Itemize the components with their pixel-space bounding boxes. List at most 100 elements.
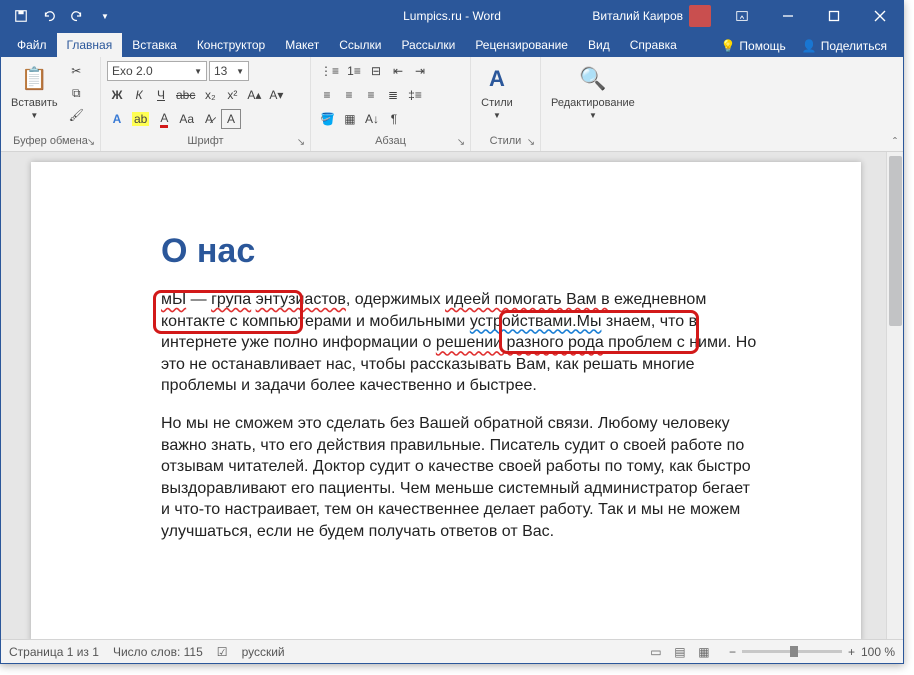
find-icon: 🔍 <box>577 63 609 95</box>
char-border-button[interactable]: A <box>221 109 241 129</box>
share-label: Поделиться <box>821 39 887 53</box>
page[interactable]: О нас мЫ — група энтузиастов, одержимых … <box>31 162 861 639</box>
text: решении разного рода <box>436 334 604 351</box>
text: група <box>211 291 251 308</box>
text-effects-button[interactable]: A <box>107 109 127 129</box>
paste-button[interactable]: 📋 Вставить ▼ <box>7 61 62 122</box>
editing-button[interactable]: 🔍 Редактирование ▼ <box>547 61 639 122</box>
tab-insert[interactable]: Вставка <box>122 33 187 57</box>
group-styles: A Стили ▼ Стили ↘ <box>471 57 541 151</box>
tab-mailings[interactable]: Рассылки <box>391 33 465 57</box>
show-marks-button[interactable]: ¶ <box>384 109 404 129</box>
clear-formatting-button[interactable]: A̷ <box>199 109 219 129</box>
heading[interactable]: О нас <box>161 232 761 271</box>
styles-button[interactable]: A Стили ▼ <box>477 61 517 122</box>
shrink-font-button[interactable]: A▾ <box>266 85 286 105</box>
align-left-button[interactable]: ≡ <box>317 85 337 105</box>
cut-icon[interactable]: ✂ <box>66 61 87 81</box>
align-right-button[interactable]: ≡ <box>361 85 381 105</box>
align-center-button[interactable]: ≡ <box>339 85 359 105</box>
undo-icon[interactable] <box>37 4 61 28</box>
ribbon-tabs: Файл Главная Вставка Конструктор Макет С… <box>1 31 903 57</box>
format-painter-icon[interactable]: 🖌 <box>66 105 87 125</box>
decrease-indent-button[interactable]: ⇤ <box>388 61 408 81</box>
font-launcher[interactable]: ↘ <box>295 136 307 148</box>
strike-button[interactable]: abc <box>173 85 198 105</box>
bold-button[interactable]: Ж <box>107 85 127 105</box>
redo-icon[interactable] <box>65 4 89 28</box>
user-account[interactable]: Виталий Каиров <box>584 5 719 27</box>
chevron-down-icon: ▼ <box>30 111 38 120</box>
vertical-scrollbar[interactable] <box>886 152 903 639</box>
tab-references[interactable]: Ссылки <box>329 33 391 57</box>
share-button[interactable]: 👤 Поделиться <box>796 35 893 57</box>
text: идеей помогать Вам в <box>445 291 610 308</box>
group-editing-label <box>547 145 655 149</box>
group-font-label: Шрифт <box>107 133 304 149</box>
borders-button[interactable]: ▦ <box>340 109 360 129</box>
read-mode-icon[interactable]: ▭ <box>645 643 667 661</box>
shading-button[interactable]: 🪣 <box>317 109 338 129</box>
tab-home[interactable]: Главная <box>57 33 123 57</box>
close-button[interactable] <box>857 1 903 31</box>
justify-button[interactable]: ≣ <box>383 85 403 105</box>
styles-launcher[interactable]: ↘ <box>525 136 537 148</box>
maximize-button[interactable] <box>811 1 857 31</box>
change-case-button[interactable]: Aa <box>176 109 197 129</box>
chevron-down-icon: ▼ <box>194 67 202 76</box>
bullets-button[interactable]: ⋮≡ <box>317 61 342 81</box>
word-count[interactable]: Число слов: 115 <box>113 645 203 659</box>
numbering-button[interactable]: 1≡ <box>344 61 364 81</box>
text: , одержимых <box>346 291 445 308</box>
font-size-value: 13 <box>214 64 227 78</box>
text: — <box>186 291 211 308</box>
zoom-thumb[interactable] <box>790 646 798 657</box>
multilevel-button[interactable]: ⊟ <box>366 61 386 81</box>
tab-file[interactable]: Файл <box>7 33 57 57</box>
tab-help[interactable]: Справка <box>620 33 687 57</box>
italic-button[interactable]: К <box>129 85 149 105</box>
increase-indent-button[interactable]: ⇥ <box>410 61 430 81</box>
qat-dropdown-icon[interactable]: ▼ <box>93 4 117 28</box>
proofing-icon[interactable]: ☑ <box>217 645 228 659</box>
avatar <box>689 5 711 27</box>
grow-font-button[interactable]: A▴ <box>244 85 264 105</box>
styles-label: Стили <box>481 97 513 109</box>
paragraph-launcher[interactable]: ↘ <box>455 136 467 148</box>
collapse-ribbon-icon[interactable]: ˆ <box>893 135 897 149</box>
clipboard-icon: 📋 <box>18 63 50 95</box>
scrollbar-thumb[interactable] <box>889 156 902 326</box>
underline-button[interactable]: Ч <box>151 85 171 105</box>
ribbon-options-icon[interactable] <box>719 1 765 31</box>
font-size-input[interactable]: 13▼ <box>209 61 249 81</box>
font-color-button[interactable]: A <box>154 109 174 129</box>
tab-design[interactable]: Конструктор <box>187 33 275 57</box>
autosave-icon[interactable] <box>9 4 33 28</box>
paragraph-2[interactable]: Но мы не сможем это сделать без Вашей об… <box>161 413 761 543</box>
print-layout-icon[interactable]: ▤ <box>669 643 691 661</box>
copy-icon[interactable]: ⧉ <box>66 83 87 103</box>
font-name-input[interactable]: Exo 2.0▼ <box>107 61 207 81</box>
sort-button[interactable]: A↓ <box>362 109 382 129</box>
zoom-slider[interactable] <box>742 650 842 653</box>
tab-view[interactable]: Вид <box>578 33 620 57</box>
tab-layout[interactable]: Макет <box>275 33 329 57</box>
paragraph-1[interactable]: мЫ — група энтузиастов, одержимых идеей … <box>161 289 761 397</box>
superscript-button[interactable]: x² <box>222 85 242 105</box>
zoom-control: − + 100 % <box>729 645 895 659</box>
language-indicator[interactable]: русский <box>242 645 285 659</box>
tell-me[interactable]: 💡Помощь <box>714 35 791 57</box>
subscript-button[interactable]: x₂ <box>200 85 220 105</box>
minimize-button[interactable] <box>765 1 811 31</box>
line-spacing-button[interactable]: ‡≡ <box>405 85 425 105</box>
zoom-level[interactable]: 100 % <box>861 645 895 659</box>
chevron-down-icon: ▼ <box>589 111 597 120</box>
zoom-out-button[interactable]: − <box>729 645 736 659</box>
clipboard-launcher[interactable]: ↘ <box>85 136 97 148</box>
zoom-in-button[interactable]: + <box>848 645 855 659</box>
web-layout-icon[interactable]: ▦ <box>693 643 715 661</box>
tab-review[interactable]: Рецензирование <box>465 33 578 57</box>
highlight-button[interactable]: ab <box>129 109 152 129</box>
share-icon: 👤 <box>802 39 817 53</box>
page-indicator[interactable]: Страница 1 из 1 <box>9 645 99 659</box>
